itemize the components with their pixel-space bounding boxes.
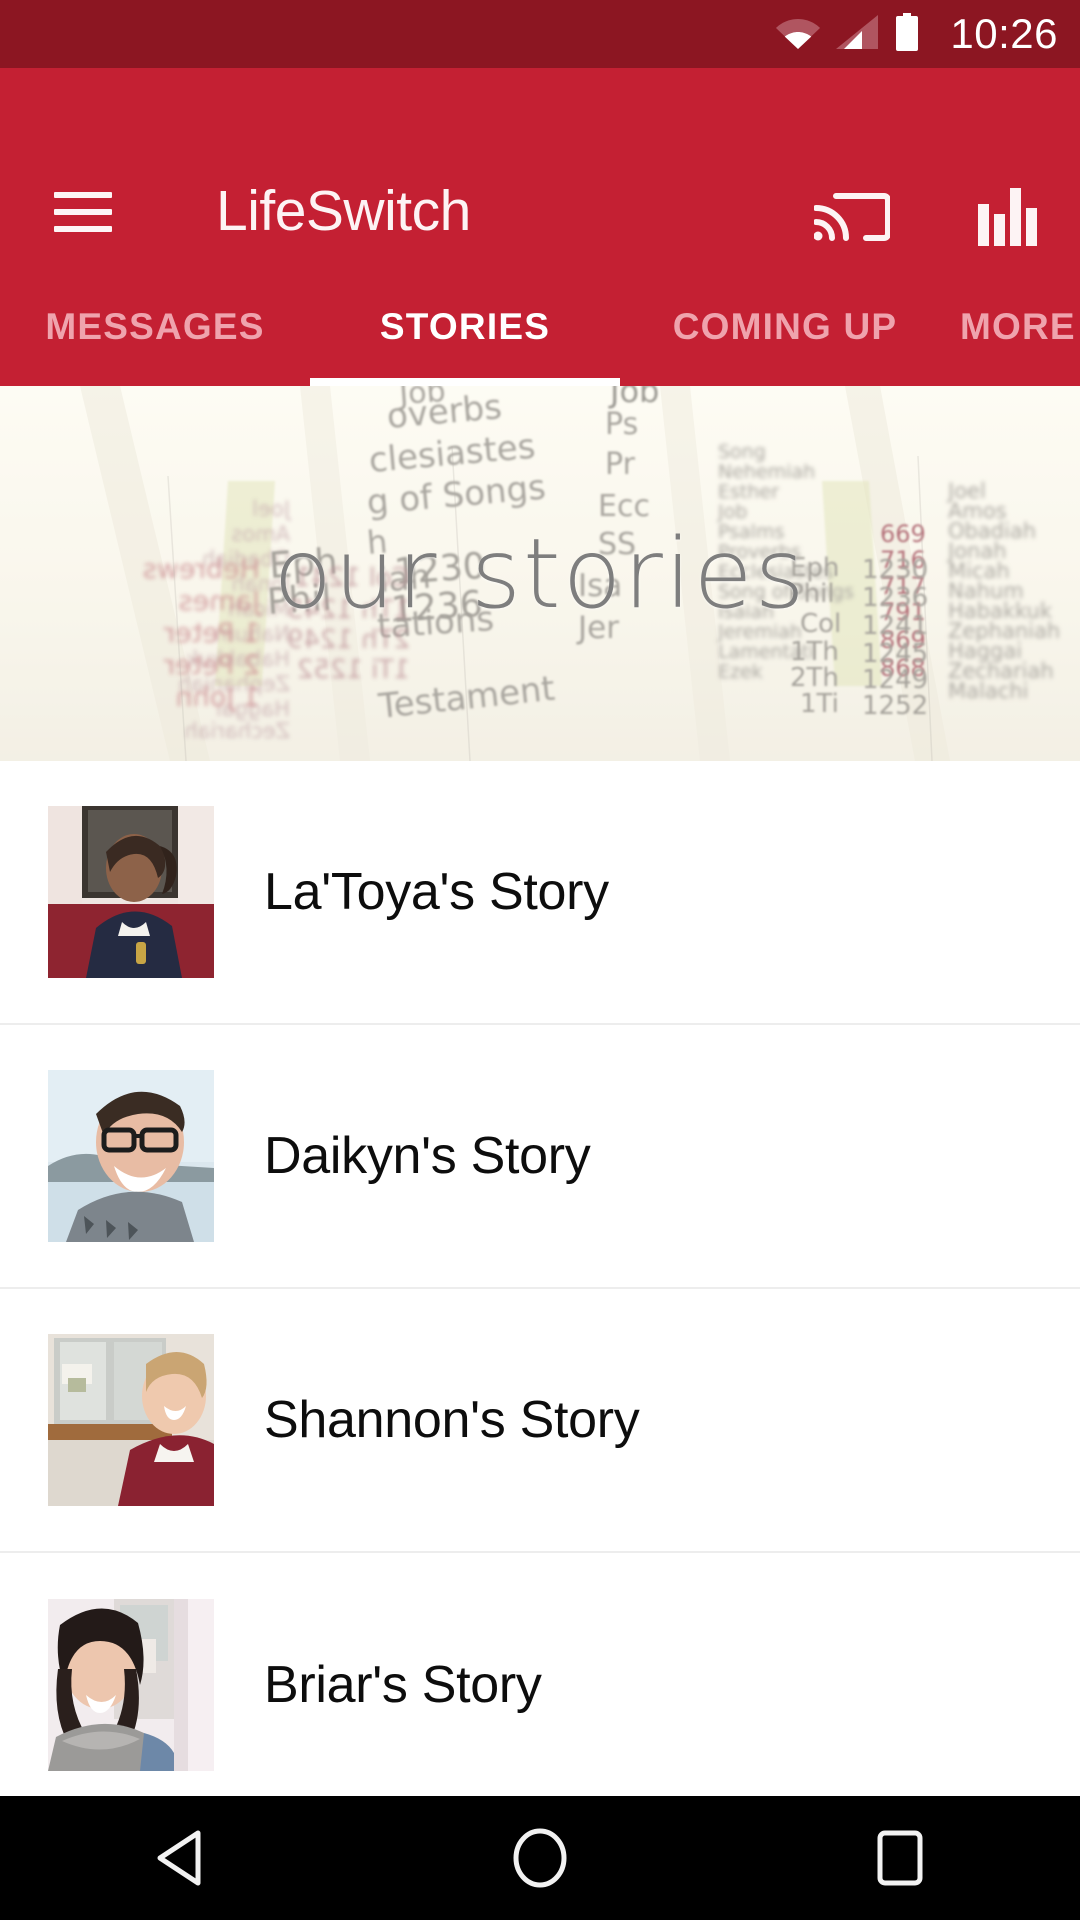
hero-banner[interactable]: Job Job overbs Ps Pr Ecc clesiastes SS g… xyxy=(0,386,1080,761)
daikyn-thumbnail xyxy=(48,1070,214,1242)
story-row[interactable]: La'Toya's Story xyxy=(0,761,1080,1025)
app-bar: LifeSwitch xyxy=(0,68,1080,268)
story-row[interactable]: Briar's Story xyxy=(0,1553,1080,1796)
tab-list: MESSAGES STORIES COMING UP MORE xyxy=(0,268,1080,386)
latoya-thumbnail xyxy=(48,806,214,978)
hamburger-menu-icon[interactable] xyxy=(54,192,112,232)
hero-title: our stories xyxy=(273,517,807,630)
story-list: La'Toya's Story Daikyn's Story Shannon's… xyxy=(0,761,1080,1796)
app-title: LifeSwitch xyxy=(216,179,471,243)
shannon-thumbnail xyxy=(48,1334,214,1506)
briar-thumbnail xyxy=(48,1599,214,1771)
cell-signal-icon xyxy=(836,14,879,54)
story-row[interactable]: Daikyn's Story xyxy=(0,1025,1080,1289)
story-title: Briar's Story xyxy=(264,1656,542,1714)
app-root: 10:26 LifeSwitch MESSAGES STORIES COMING… xyxy=(0,0,1080,1920)
battery-full-icon xyxy=(894,12,920,56)
app-bar-actions xyxy=(813,186,1040,253)
tab-stories[interactable]: STORIES xyxy=(310,268,620,386)
story-title: La'Toya's Story xyxy=(264,863,609,921)
tab-active-indicator xyxy=(310,378,620,386)
story-title: Shannon's Story xyxy=(264,1391,640,1449)
bar-chart-icon[interactable] xyxy=(976,186,1040,253)
home-circle-icon[interactable] xyxy=(450,1796,630,1920)
status-icons: 10:26 xyxy=(776,10,1058,57)
story-title: Daikyn's Story xyxy=(264,1127,591,1185)
back-triangle-icon[interactable] xyxy=(90,1796,270,1920)
status-bar: 10:26 xyxy=(0,0,1080,68)
recents-square-icon[interactable] xyxy=(810,1796,990,1920)
tab-more[interactable]: MORE xyxy=(950,268,1080,386)
tab-coming-up[interactable]: COMING UP xyxy=(620,268,950,386)
tab-messages[interactable]: MESSAGES xyxy=(0,268,310,386)
wifi-icon xyxy=(776,15,821,54)
status-clock: 10:26 xyxy=(950,10,1058,57)
android-nav-bar xyxy=(0,1796,1080,1920)
story-row[interactable]: Shannon's Story xyxy=(0,1289,1080,1553)
cast-icon[interactable] xyxy=(813,186,891,253)
tab-bar: MESSAGES STORIES COMING UP MORE xyxy=(0,268,1080,386)
